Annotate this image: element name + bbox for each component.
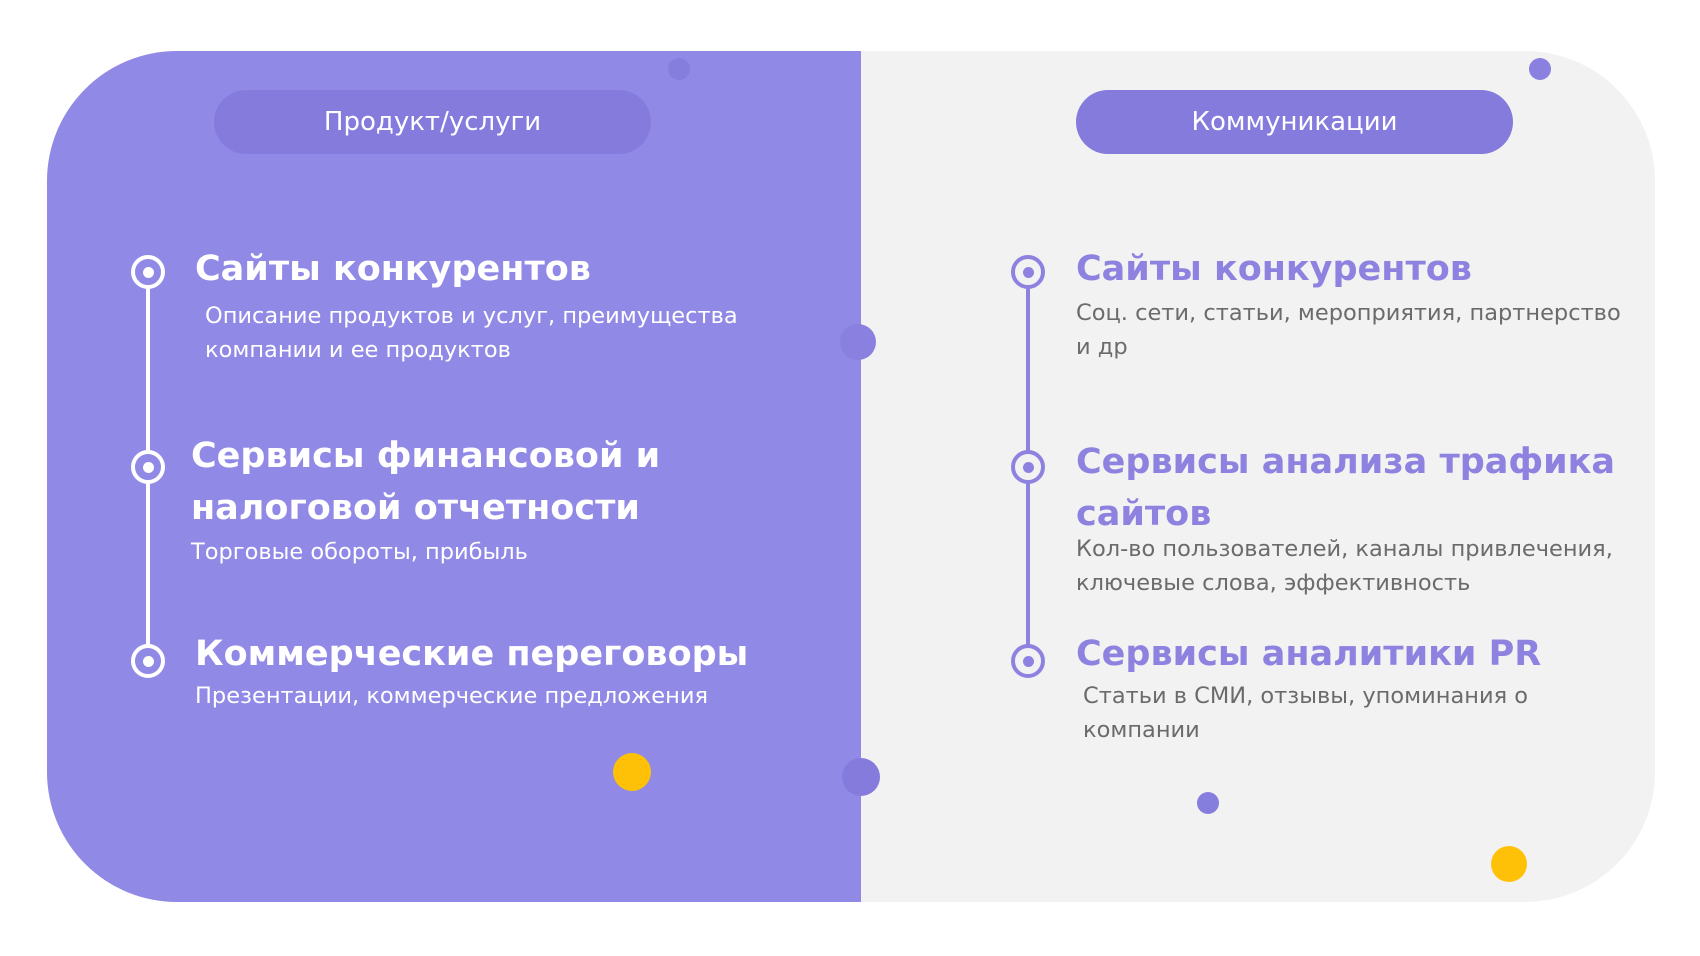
timeline-marker-icon xyxy=(131,255,165,289)
decor-dot xyxy=(840,324,876,360)
item-title: Сайты конкурентов xyxy=(1076,249,1472,289)
timeline-marker-icon xyxy=(1011,255,1045,289)
timeline-marker-icon xyxy=(1011,450,1045,484)
item-title: Сервисы анализа трафика сайтов xyxy=(1076,442,1616,534)
item-description: Презентации, коммерческие предложения xyxy=(195,683,708,709)
decor-dot xyxy=(842,758,880,796)
slide-card: Продукт/услуги Сайты конкурентов Описани… xyxy=(47,51,1655,902)
timeline-marker-icon xyxy=(131,450,165,484)
item-title: Сервисы финансовой и налоговой отчетност… xyxy=(191,436,661,528)
item-title: Сервисы аналитики PR xyxy=(1076,634,1542,674)
item-description: Кол-во пользователей, каналы привлечения… xyxy=(1076,536,1613,596)
item-description: Соц. сети, статьи, мероприятия, партнерс… xyxy=(1076,300,1621,360)
decor-dot xyxy=(1529,58,1551,80)
item-description: Статьи в СМИ, отзывы, упоминания о компа… xyxy=(1083,683,1529,743)
decor-dot xyxy=(668,58,690,80)
left-header-pill: Продукт/услуги xyxy=(214,90,651,154)
decor-dot-yellow xyxy=(613,753,651,791)
decor-dot xyxy=(1197,792,1219,814)
item-title: Коммерческие переговоры xyxy=(195,634,749,674)
timeline-marker-icon xyxy=(131,644,165,678)
decor-dot-yellow xyxy=(1491,846,1527,882)
item-description: Описание продуктов и услуг, преимущества… xyxy=(205,303,738,363)
item-title: Сайты конкурентов xyxy=(195,249,591,289)
timeline-marker-icon xyxy=(1011,644,1045,678)
right-header-pill: Коммуникации xyxy=(1076,90,1513,154)
item-description: Торговые обороты, прибыль xyxy=(191,539,528,565)
